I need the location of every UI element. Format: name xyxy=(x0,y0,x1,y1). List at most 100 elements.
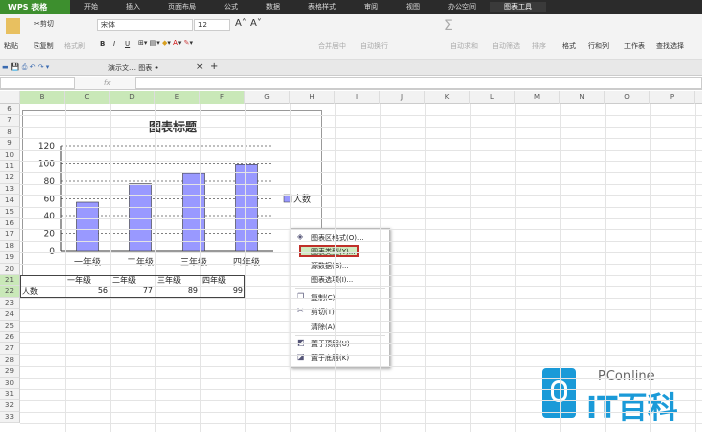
column-header-G[interactable]: G xyxy=(245,91,290,104)
row-header-10[interactable]: 10 xyxy=(0,149,20,161)
paste-button[interactable]: 粘贴 xyxy=(4,41,18,51)
name-box[interactable] xyxy=(0,77,75,89)
row-header-11[interactable]: 11 xyxy=(0,161,20,173)
x-tick-label: 三年级 xyxy=(180,256,207,268)
column-header-P[interactable]: P xyxy=(650,91,695,104)
row-header-23[interactable]: 23 xyxy=(0,297,20,310)
quick-access-icons[interactable]: ▬ 💾 ⎙ ↶ ↷ ▾ xyxy=(2,63,49,72)
bar xyxy=(235,164,258,252)
formula-input[interactable] xyxy=(135,77,702,89)
tab-view[interactable]: 视图 xyxy=(392,2,434,12)
grow-font-button[interactable]: A˄ A˅ xyxy=(235,18,262,29)
tab-formula[interactable]: 公式 xyxy=(210,2,252,12)
gridline xyxy=(20,183,702,185)
tab-home[interactable]: 开始 xyxy=(70,2,112,12)
document-tab[interactable]: 演示文… 图表 • xyxy=(108,63,159,73)
column-header-K[interactable]: K xyxy=(425,91,470,104)
gridline xyxy=(20,309,702,311)
row-header-30[interactable]: 30 xyxy=(0,377,20,389)
x-tick-label: 四年级 xyxy=(233,256,260,268)
column-header-D[interactable]: D xyxy=(110,91,155,104)
fx-button[interactable]: fx xyxy=(104,79,111,87)
worksheet-button[interactable]: 工作表 xyxy=(624,41,645,51)
column-header-J[interactable]: J xyxy=(380,91,425,104)
bold-button[interactable]: B xyxy=(100,40,105,48)
row-header-15[interactable]: 15 xyxy=(0,206,20,218)
gridline xyxy=(20,263,702,265)
row-header-21[interactable]: 21 xyxy=(0,275,20,287)
row-header-27[interactable]: 27 xyxy=(0,343,20,355)
cut-button[interactable]: ✂剪切 xyxy=(34,19,54,29)
format-painter-button[interactable]: 格式刷 xyxy=(64,41,85,51)
column-header-E[interactable]: E xyxy=(155,91,200,104)
border-icon[interactable]: ⊞▾ ▤▾ ◆▾ A▾ ✎▾ xyxy=(138,39,193,47)
x-tick-label: 二年级 xyxy=(127,256,154,268)
gridline xyxy=(470,104,471,432)
sort-button[interactable]: 排序 xyxy=(532,41,546,51)
row-header-31[interactable]: 31 xyxy=(0,389,20,401)
row-header-17[interactable]: 17 xyxy=(0,229,20,241)
merge-center-button[interactable]: 合并居中 xyxy=(318,41,346,51)
row-header-32[interactable]: 32 xyxy=(0,400,20,412)
tab-data[interactable]: 数据 xyxy=(252,2,294,12)
close-tab-icon[interactable]: × xyxy=(196,62,204,72)
row-header-6[interactable]: 6 xyxy=(0,104,20,116)
row-header-20[interactable]: 20 xyxy=(0,263,20,275)
menu-item[interactable]: 源数据(S)... xyxy=(311,261,349,271)
row-header-33[interactable]: 33 xyxy=(0,411,20,424)
row-header-18[interactable]: 18 xyxy=(0,240,20,253)
gridline xyxy=(290,104,291,432)
menu-item[interactable]: 图表选项(I)... xyxy=(311,275,353,285)
column-header-B[interactable]: B xyxy=(20,91,65,104)
format-button[interactable]: 格式 xyxy=(562,41,576,51)
tab-review[interactable]: 审阅 xyxy=(350,2,392,12)
underline-button[interactable]: U xyxy=(125,40,130,48)
row-header-28[interactable]: 28 xyxy=(0,354,20,367)
tab-table-style[interactable]: 表格样式 xyxy=(294,2,350,12)
column-header-C[interactable]: C xyxy=(65,91,110,104)
column-header-H[interactable]: H xyxy=(290,91,335,104)
row-header-26[interactable]: 26 xyxy=(0,332,20,344)
tab-office-space[interactable]: 办公空间 xyxy=(434,2,490,12)
gridline xyxy=(20,320,702,322)
italic-button[interactable]: I xyxy=(113,40,115,48)
wrap-text-button[interactable]: 自动换行 xyxy=(360,41,388,51)
column-header-F[interactable]: F xyxy=(200,91,245,104)
select-all-corner[interactable] xyxy=(0,91,20,104)
row-header-29[interactable]: 29 xyxy=(0,366,20,378)
row-header-14[interactable]: 14 xyxy=(0,195,20,207)
font-select[interactable]: 宋体 xyxy=(97,19,193,31)
app-menu-button[interactable]: WPS 表格 xyxy=(0,0,70,14)
autosum-button[interactable]: 自动求和 xyxy=(450,41,478,51)
font-size-select[interactable]: 12 xyxy=(194,19,230,31)
gridline xyxy=(20,149,702,151)
row-header-12[interactable]: 12 xyxy=(0,172,20,184)
new-tab-button[interactable]: + xyxy=(210,61,218,72)
find-select-button[interactable]: 查找选择 xyxy=(656,41,684,51)
row-header-13[interactable]: 13 xyxy=(0,183,20,196)
chart[interactable]: 图表标题020406080100120一年级二年级三年级四年级人数 xyxy=(22,110,322,276)
row-header-8[interactable]: 8 xyxy=(0,126,20,139)
menu-item[interactable]: 清除(A) xyxy=(311,322,335,332)
tab-chart-tools[interactable]: 图表工具 xyxy=(490,2,546,12)
row-header-7[interactable]: 7 xyxy=(0,115,20,127)
bar xyxy=(76,201,99,252)
autofilter-button[interactable]: 自动筛选 xyxy=(492,41,520,51)
row-header-24[interactable]: 24 xyxy=(0,309,20,321)
copy-button[interactable]: ⎘复制 xyxy=(34,41,54,51)
y-tick-label: 80 xyxy=(44,177,56,187)
row-header-19[interactable]: 19 xyxy=(0,252,20,264)
column-header-N[interactable]: N xyxy=(560,91,605,104)
watermark-logo: PConline IT百科 xyxy=(540,365,700,427)
column-header-O[interactable]: O xyxy=(605,91,650,104)
row-header-16[interactable]: 16 xyxy=(0,218,20,230)
column-header-L[interactable]: L xyxy=(470,91,515,104)
column-header-M[interactable]: M xyxy=(515,91,560,104)
row-col-button[interactable]: 行和列 xyxy=(588,41,609,51)
tab-insert[interactable]: 插入 xyxy=(112,2,154,12)
tab-page-layout[interactable]: 页面布局 xyxy=(154,2,210,12)
row-header-22[interactable]: 22 xyxy=(0,286,20,298)
column-header-I[interactable]: I xyxy=(335,91,380,104)
row-header-9[interactable]: 9 xyxy=(0,138,20,150)
row-header-25[interactable]: 25 xyxy=(0,320,20,332)
